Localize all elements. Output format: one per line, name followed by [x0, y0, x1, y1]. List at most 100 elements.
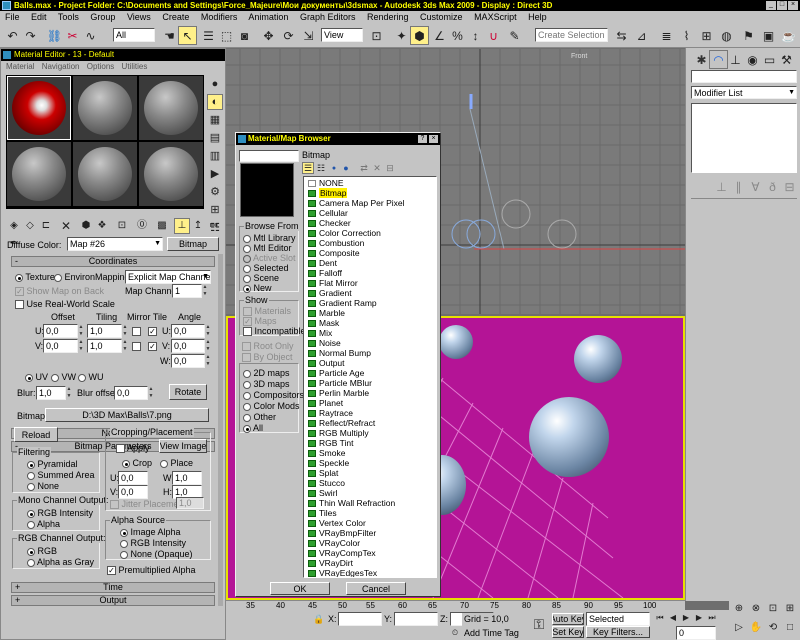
- map-item[interactable]: Thin Wall Refraction: [308, 498, 395, 508]
- coordinates-rollout[interactable]: - Coordinates: [11, 256, 215, 267]
- select-scale-icon[interactable]: ⇲: [299, 26, 318, 45]
- edit-named-selection-icon[interactable]: ✎: [505, 26, 524, 45]
- map-channel-field[interactable]: 1: [172, 284, 202, 298]
- map-item[interactable]: VRayDirt: [308, 558, 353, 568]
- map-type-button[interactable]: Bitmap: [167, 237, 219, 251]
- view-list-icon[interactable]: ☰: [302, 162, 314, 174]
- app-icon[interactable]: [2, 1, 11, 10]
- texture-radio[interactable]: Texture: [15, 272, 55, 283]
- zoom-icon[interactable]: ⊕: [731, 601, 747, 617]
- v-tiling-field[interactable]: 1,0: [87, 339, 122, 353]
- zoom-extents-icon[interactable]: ⊡: [765, 601, 781, 617]
- map-list[interactable]: NONE Bitmap Camera Map Per Pixel Cellula…: [303, 176, 437, 578]
- new-radio[interactable]: New: [243, 283, 272, 294]
- curve-editor-icon[interactable]: ⌇: [677, 26, 696, 45]
- auto-key-button[interactable]: Auto Key: [552, 613, 584, 625]
- map-item-none[interactable]: NONE: [308, 178, 344, 188]
- time-tag-icon[interactable]: ⏲: [448, 626, 462, 639]
- spinner-icon[interactable]: ▲ ▼: [205, 324, 211, 338]
- uv-radio[interactable]: UV: [25, 372, 48, 383]
- menu-create[interactable]: Create: [162, 12, 189, 22]
- reload-button[interactable]: Reload: [14, 427, 58, 442]
- go-forward-sibling-icon[interactable]: ↦: [206, 218, 222, 234]
- pivot-center-icon[interactable]: ⊡: [367, 26, 386, 45]
- map-item[interactable]: VRayCompTex: [308, 548, 376, 558]
- make-copy-icon[interactable]: ⬢: [78, 218, 94, 234]
- spinner-icon[interactable]: ▲ ▼: [66, 386, 72, 400]
- sample-slot[interactable]: [7, 76, 71, 140]
- goto-start-icon[interactable]: ⏮: [654, 612, 666, 624]
- menu-utilities[interactable]: Utilities: [122, 62, 148, 71]
- mapping-dropdown[interactable]: Explicit Map Channel ▼: [125, 270, 211, 284]
- u-angle-field[interactable]: 0,0: [171, 324, 205, 338]
- utilities-tab-icon[interactable]: ⚒: [777, 50, 796, 69]
- zoom-extents-all-icon[interactable]: ⊞: [782, 601, 798, 617]
- map-item[interactable]: Output: [308, 358, 345, 368]
- help-button[interactable]: ?: [418, 135, 427, 143]
- map-item[interactable]: Speckle: [308, 458, 349, 468]
- select-by-material-icon[interactable]: ⊞: [207, 202, 223, 218]
- view-list-icons-icon[interactable]: ☷: [315, 162, 327, 174]
- menu-maxscript[interactable]: MAXScript: [474, 12, 517, 22]
- key-mode-dropdown[interactable]: Selected: [586, 612, 650, 626]
- u-tile-checkbox[interactable]: ✓: [148, 327, 157, 336]
- pyramidal-radio[interactable]: Pyramidal: [27, 459, 78, 470]
- map-item[interactable]: Combustion: [308, 238, 364, 248]
- options-icon[interactable]: ⚙: [207, 184, 223, 200]
- viewport-label[interactable]: Front: [571, 51, 587, 62]
- clear-library-icon[interactable]: ⊟: [384, 162, 396, 174]
- material-effects-channel-icon[interactable]: ⓪: [134, 218, 150, 234]
- render-setup-icon[interactable]: ⚑: [739, 26, 758, 45]
- next-frame-icon[interactable]: ▶: [693, 612, 705, 624]
- key-icon[interactable]: ⚿: [528, 614, 550, 634]
- crop-w-field[interactable]: 1,0: [172, 471, 202, 485]
- percent-snap-icon[interactable]: ↕: [466, 26, 485, 45]
- schematic-view-icon[interactable]: ⊞: [697, 26, 716, 45]
- time-rollout[interactable]: + Time: [11, 582, 215, 593]
- map-item[interactable]: Smoke: [308, 448, 345, 458]
- map-item[interactable]: Marble: [308, 308, 345, 318]
- menu-customize[interactable]: Customize: [420, 12, 463, 22]
- map-item[interactable]: Checker: [308, 218, 351, 228]
- menu-modifiers[interactable]: Modifiers: [201, 12, 238, 22]
- undo-icon[interactable]: ↶: [3, 26, 22, 45]
- map-item[interactable]: Mask: [308, 318, 339, 328]
- maximize-button[interactable]: □: [777, 1, 787, 10]
- render-frame-icon[interactable]: ▣: [759, 26, 778, 45]
- sample-slot[interactable]: [73, 76, 137, 140]
- vw-radio[interactable]: VW: [51, 372, 76, 383]
- menu-file[interactable]: File: [5, 12, 20, 22]
- set-key-button[interactable]: Set Key: [552, 626, 584, 638]
- map-item[interactable]: Particle MBlur: [308, 378, 372, 388]
- map-item[interactable]: Mix: [308, 328, 332, 338]
- all-radio[interactable]: All: [243, 423, 263, 434]
- snaps-toggle-icon[interactable]: ∠: [430, 26, 449, 45]
- bind-space-warp-icon[interactable]: ∿: [81, 26, 100, 45]
- browser-close-button[interactable]: ×: [429, 135, 438, 143]
- select-region-icon[interactable]: ☰: [199, 26, 218, 45]
- apply-checkbox[interactable]: Apply: [116, 443, 150, 454]
- show-end-result-material-icon[interactable]: ⊥: [174, 218, 190, 234]
- configure-modifier-icon[interactable]: ⊟: [780, 177, 799, 196]
- redo-icon[interactable]: ↷: [21, 26, 40, 45]
- bitmap-path-button[interactable]: D:\3D Max\Balls\7.png: [45, 408, 209, 422]
- background-icon[interactable]: ▦: [207, 112, 223, 128]
- jitter-field[interactable]: 1,0: [176, 497, 204, 509]
- cancel-button[interactable]: Cancel: [346, 582, 406, 595]
- add-time-tag[interactable]: Add Time Tag: [464, 628, 519, 639]
- map-item[interactable]: Gradient Ramp: [308, 298, 377, 308]
- spinner-snap-icon[interactable]: ∪: [484, 26, 503, 45]
- map-item[interactable]: Tiles: [308, 508, 337, 518]
- field-of-view-icon[interactable]: ▷: [731, 620, 747, 636]
- menu-options[interactable]: Options: [87, 62, 115, 71]
- spinner-icon[interactable]: ▲ ▼: [78, 339, 84, 353]
- map-item[interactable]: RGB Tint: [308, 438, 353, 448]
- menu-tools[interactable]: Tools: [58, 12, 79, 22]
- make-preview-icon[interactable]: ▶: [207, 166, 223, 182]
- u-tiling-field[interactable]: 1,0: [87, 324, 122, 338]
- menu-navigation[interactable]: Navigation: [42, 62, 80, 71]
- view-large-icons-icon[interactable]: ●: [340, 162, 352, 174]
- play-icon[interactable]: ▶: [680, 612, 692, 624]
- crop-radio[interactable]: Crop: [122, 458, 152, 469]
- window-crossing-icon[interactable]: ◙: [235, 26, 254, 45]
